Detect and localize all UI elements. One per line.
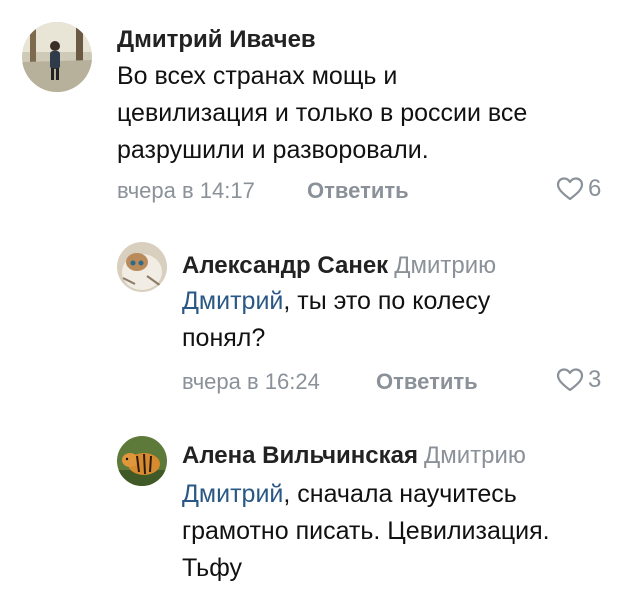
comment-text: Дмитрий, сначала научитесь грамотно писа…	[182, 480, 550, 582]
heart-outline-icon	[556, 177, 584, 201]
reply-to[interactable]: Дмитрию	[394, 252, 496, 279]
comment-1: Дмитрий Ивачев Во всех странах мощь и це…	[0, 0, 640, 220]
avatar[interactable]	[117, 242, 167, 292]
avatar[interactable]	[22, 22, 92, 92]
avatar-tiger-icon	[117, 436, 167, 486]
reply-button[interactable]: Ответить	[307, 178, 409, 204]
like-count: 6	[588, 175, 602, 202]
heart-outline-icon	[556, 368, 584, 392]
like-count: 3	[588, 366, 602, 393]
comment-time[interactable]: вчера в 14:17	[117, 178, 255, 204]
like-button[interactable]: 3	[556, 366, 601, 394]
mention-link[interactable]: Дмитрий	[182, 480, 283, 508]
author-name[interactable]: Александр Санек Дмитрию	[182, 252, 496, 280]
comment-text: Дмитрий, ты это по колесу понял?	[182, 287, 491, 352]
avatar[interactable]	[117, 436, 167, 486]
reply-to[interactable]: Дмитрию	[424, 442, 526, 469]
comment-text: Во всех странах мощь и цевилизация и тол…	[117, 62, 528, 164]
like-button[interactable]: 6	[556, 175, 601, 203]
author-name[interactable]: Алена Вильчинская Дмитрию	[182, 442, 526, 470]
comment-2: Александр Санек Дмитрию Дмитрий, ты это п…	[0, 230, 640, 410]
reply-button[interactable]: Ответить	[376, 369, 478, 395]
mention-link[interactable]: Дмитрий	[182, 287, 283, 315]
comment-time[interactable]: вчера в 16:24	[182, 369, 320, 395]
author-name[interactable]: Дмитрий Ивачев	[117, 26, 316, 54]
avatar-photo-icon	[22, 22, 92, 92]
avatar-cat-icon	[117, 242, 167, 292]
comment-3: Алена Вильчинская Дмитрию Дмитрий, сначал…	[0, 420, 640, 591]
